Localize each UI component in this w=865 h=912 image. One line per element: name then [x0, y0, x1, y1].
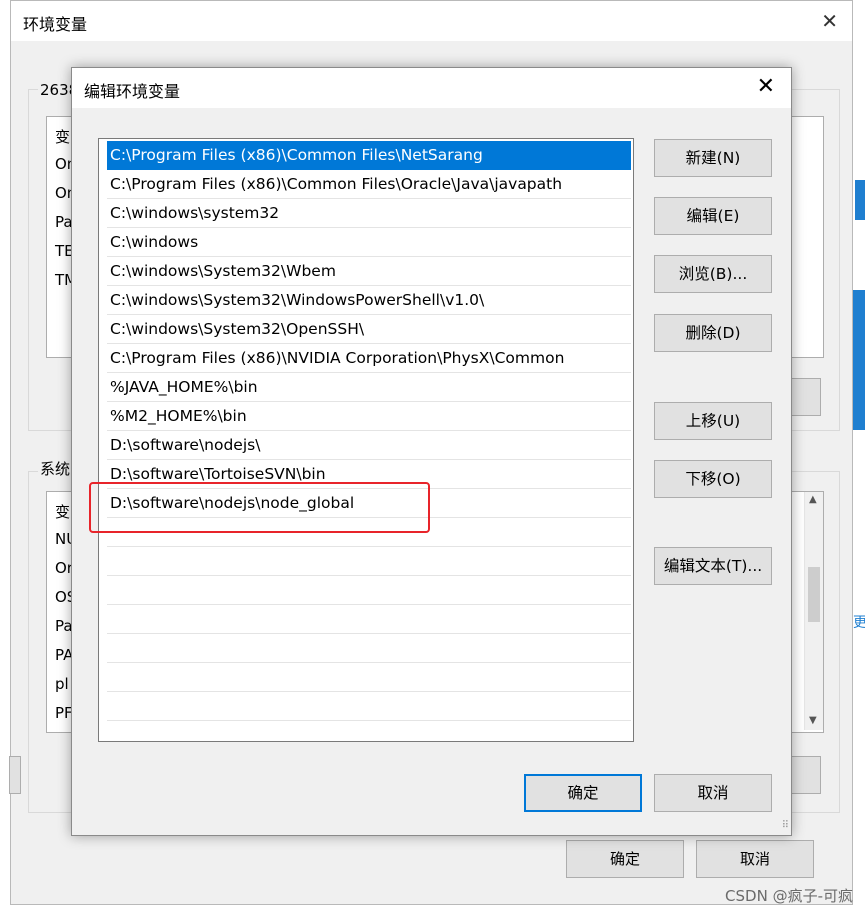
bg-ok-button[interactable]: 确定 [566, 840, 684, 878]
list-item[interactable]: C:\windows\System32\OpenSSH\ [107, 315, 631, 344]
bg-close-icon[interactable]: ✕ [821, 9, 838, 33]
list-item[interactable]: C:\windows [107, 228, 631, 257]
list-item: 变 [55, 503, 71, 521]
empty-row [107, 663, 631, 692]
empty-row [107, 518, 631, 547]
empty-row [107, 605, 631, 634]
ok-button[interactable]: 确定 [524, 774, 642, 812]
edit-environment-variable-dialog: 编辑环境变量 ✕ C:\Program Files (x86)\Common F… [71, 67, 792, 836]
list-item: 变 [55, 128, 71, 146]
path-list[interactable]: C:\Program Files (x86)\Common Files\NetS… [98, 138, 634, 742]
side-text: 更 [853, 615, 865, 631]
move-down-button[interactable]: 下移(O) [654, 460, 772, 498]
empty-row [107, 576, 631, 605]
bg-cancel-button[interactable]: 取消 [696, 840, 814, 878]
empty-row [107, 634, 631, 663]
list-item[interactable]: D:\software\nodejs\node_global [107, 489, 631, 518]
list-item[interactable]: pl [55, 675, 69, 693]
empty-row [107, 692, 631, 721]
list-item[interactable]: C:\windows\System32\Wbem [107, 257, 631, 286]
list-item[interactable]: C:\Program Files (x86)\NVIDIA Corporatio… [107, 344, 631, 373]
list-item[interactable]: D:\software\TortoiseSVN\bin [107, 460, 631, 489]
list-item[interactable]: Pa [55, 213, 73, 231]
system-list-scrollbar[interactable]: ▲ ▼ [804, 492, 823, 730]
list-item[interactable]: D:\software\nodejs\ [107, 431, 631, 460]
empty-row [107, 547, 631, 576]
new-button[interactable]: 新建(N) [654, 139, 772, 177]
list-item[interactable]: C:\windows\System32\WindowsPowerShell\v1… [107, 286, 631, 315]
list-item[interactable]: %JAVA_HOME%\bin [107, 373, 631, 402]
browse-button[interactable]: 浏览(B)... [654, 255, 772, 293]
cancel-button[interactable]: 取消 [654, 774, 772, 812]
close-icon[interactable]: ✕ [753, 74, 779, 100]
list-item[interactable]: C:\windows\system32 [107, 199, 631, 228]
system-left-button[interactable] [9, 756, 21, 794]
scroll-down-icon[interactable]: ▼ [809, 715, 817, 726]
delete-button[interactable]: 删除(D) [654, 314, 772, 352]
dialog-title: 编辑环境变量 [84, 82, 181, 101]
scroll-thumb[interactable] [808, 567, 820, 622]
resize-grip-icon[interactable]: ⠿ [782, 820, 789, 831]
system-variables-label: 系统 [38, 458, 73, 479]
list-item[interactable]: Pa [55, 617, 73, 635]
watermark: CSDN @疯子-可疯 [725, 887, 853, 905]
bg-titlebar: 环境变量 ✕ [11, 1, 852, 41]
move-up-button[interactable]: 上移(U) [654, 402, 772, 440]
list-item[interactable]: C:\Program Files (x86)\Common Files\NetS… [107, 141, 631, 170]
bg-window-title: 环境变量 [23, 15, 88, 34]
desktop-edge-shape [853, 290, 865, 430]
list-item[interactable]: %M2_HOME%\bin [107, 402, 631, 431]
desktop-edge-shape [855, 180, 865, 220]
list-item[interactable]: C:\Program Files (x86)\Common Files\Orac… [107, 170, 631, 199]
dialog-titlebar: 编辑环境变量 ✕ [72, 68, 791, 108]
edit-text-button[interactable]: 编辑文本(T)... [654, 547, 772, 585]
scroll-up-icon[interactable]: ▲ [809, 494, 817, 505]
edit-button[interactable]: 编辑(E) [654, 197, 772, 235]
